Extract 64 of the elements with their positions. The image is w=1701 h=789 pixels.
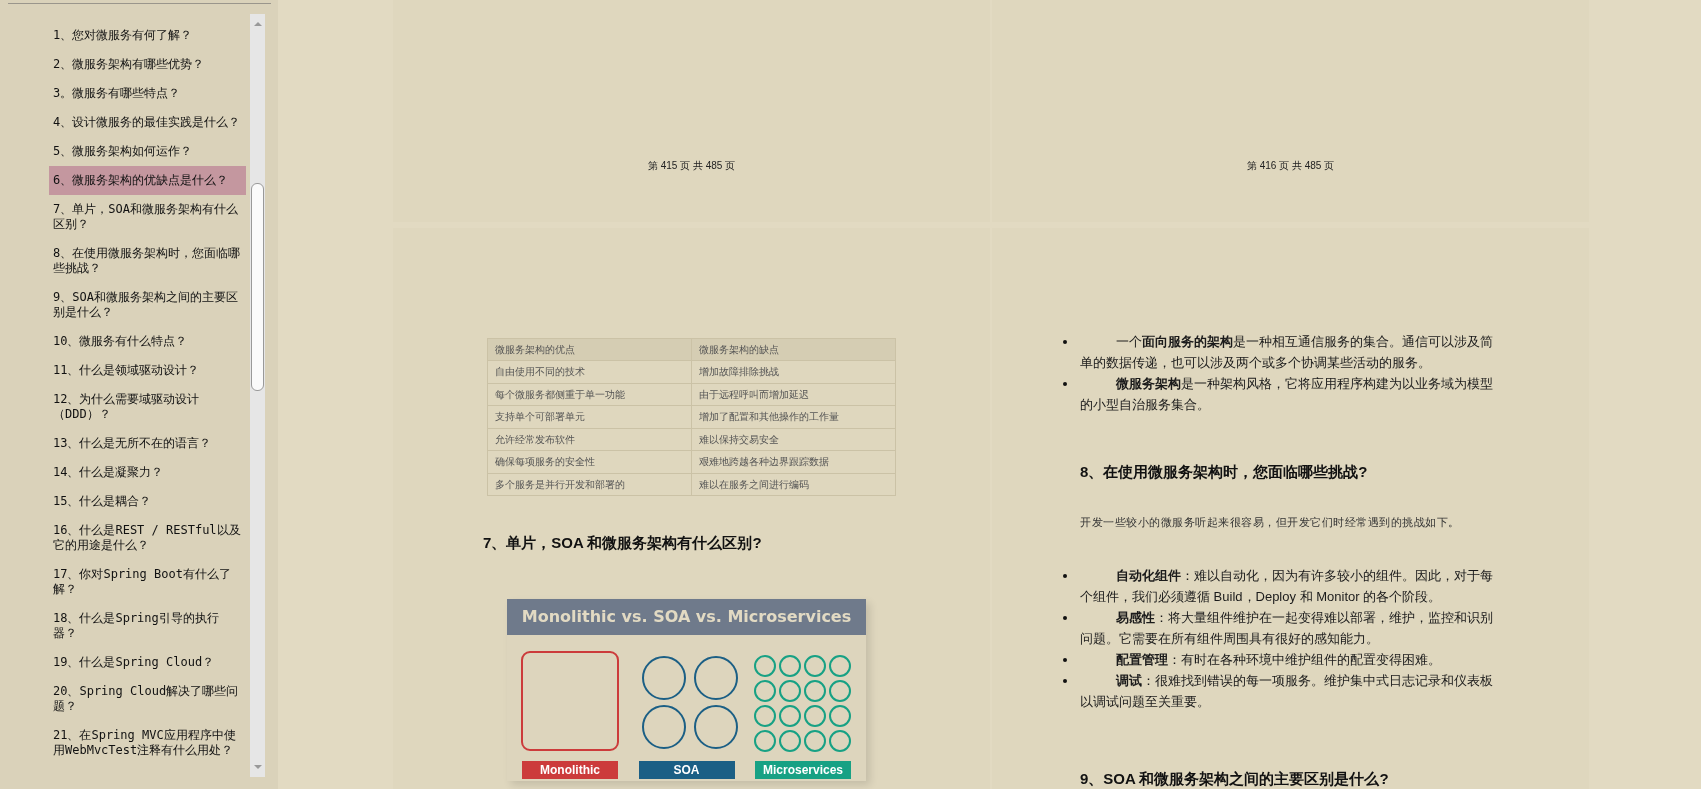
table-cell: 难以保持交易安全 (691, 428, 896, 451)
bullet-icon (1063, 678, 1067, 683)
bullet-text: 微服务架构是一种架构风格，它将应用程序构建为以业务域为模型的小型自治服务集合。 (1080, 375, 1494, 414)
outline-item[interactable]: 18、什么是Spring引导的执行器？ (49, 604, 246, 648)
outline-item[interactable]: 10、微服务有什么特点？ (49, 327, 246, 356)
outline-item[interactable]: 8、在使用微服务架构时，您面临哪些挑战？ (49, 239, 246, 283)
outline-item[interactable]: 11、什么是领域驱动设计？ (49, 356, 246, 385)
section-heading: 8、在使用微服务架构时，您面临哪些挑战? (1080, 462, 1369, 482)
bullet-icon (1063, 573, 1067, 578)
bullet-icon (1063, 657, 1067, 662)
table-cell: 确保每项服务的安全性 (487, 450, 692, 473)
scroll-up-icon[interactable] (253, 22, 262, 26)
table-header: 微服务架构的缺点 (691, 338, 896, 361)
bullet-text: 一个面向服务的架构是一种相互通信服务的集合。通信可以涉及简单的数据传递，也可以涉及两个或多个协调某些活动的服务。 (1080, 333, 1494, 372)
bullet-text: 配置管理：有时在各种环境中维护组件的配置变得困难。 (1115, 650, 1441, 669)
section-heading: 7、单片，SOA 和微服务架构有什么区别? (483, 533, 763, 553)
bullet-icon (1063, 615, 1067, 620)
outline-item[interactable]: 4、设计微服务的最佳实践是什么？ (49, 108, 246, 137)
outline-item[interactable]: 20、Spring Cloud解决了哪些问题？ (49, 677, 246, 721)
outline-item[interactable]: 16、什么是REST / RESTful以及它的用途是什么？ (49, 516, 246, 560)
diagram-label: SOA (638, 761, 735, 779)
diagram-title: Monolithic vs. SOA vs. Microservices (507, 599, 866, 635)
monolith-square-icon (521, 651, 619, 751)
outline-item[interactable]: 12、为什么需要域驱动设计（DDD）？ (49, 385, 246, 429)
outline-item[interactable]: 21、在Spring MVC应用程序中使用WebMvcTest注释有什么用处？ (49, 721, 246, 765)
bullet-text: 易感性：将大量组件维护在一起变得难以部署，维护，监控和识别问题。它需要在所有组件周围具有很好的感知能力。 (1080, 608, 1494, 648)
table-cell: 允许经常发布软件 (487, 428, 692, 451)
table-header: 微服务架构的优点 (487, 338, 692, 361)
table-cell: 增加了配置和其他操作的工作量 (691, 405, 896, 428)
table-cell: 难以在服务之间进行编码 (691, 473, 896, 496)
outline-item[interactable]: 14、什么是凝聚力？ (49, 458, 246, 487)
outline-item[interactable]: 1、您对微服务有何了解？ (49, 21, 246, 50)
outline-item[interactable]: 5、微服务架构如何运作？ (49, 137, 246, 166)
intro-text: 开发一些较小的微服务听起来很容易，但开发它们时经常遇到的挑战如下。 (1080, 515, 1461, 530)
page-number: 第 416 页 共 485 页 (1246, 159, 1335, 173)
outline-item[interactable]: 6、微服务架构的优缺点是什么？ (49, 166, 246, 195)
outline-item[interactable]: 3。微服务有哪些特点？ (49, 79, 246, 108)
diagram-label: Monolithic (522, 761, 618, 779)
bullet-icon (1063, 382, 1067, 386)
section-heading: 9、SOA 和微服务架构之间的主要区别是什么? (1080, 768, 1390, 789)
table-cell: 由于远程呼叫而增加延迟 (691, 383, 896, 406)
scroll-down-icon[interactable] (253, 765, 262, 769)
bullet-text: 调试：很难找到错误的每一项服务。维护集中式日志记录和仪表板以调试问题至关重要。 (1080, 671, 1494, 711)
page-number: 第 415 页 共 485 页 (647, 159, 736, 173)
scrollbar-thumb[interactable] (251, 183, 264, 391)
table-cell: 增加故障排除挑战 (691, 360, 896, 383)
table-cell: 自由使用不同的技术 (487, 360, 692, 383)
outline-item[interactable]: 13、什么是无所不在的语言？ (49, 429, 246, 458)
outline-item[interactable]: 19、什么是Spring Cloud？ (49, 648, 246, 677)
table-cell: 艰难地跨越各种边界跟踪数据 (691, 450, 896, 473)
soa-circles-icon (642, 656, 738, 749)
table-cell: 每个微服务都侧重于单一功能 (487, 383, 692, 406)
outline-item[interactable]: 7、单片，SOA和微服务架构有什么区别？ (49, 195, 246, 239)
outline-item[interactable]: 15、什么是耦合？ (49, 487, 246, 516)
bullet-icon (1063, 340, 1067, 344)
table-cell: 支持单个可部署单元 (487, 405, 692, 428)
outline-item[interactable]: 2、微服务架构有哪些优势？ (49, 50, 246, 79)
microservice-circles-icon (754, 655, 851, 752)
scrollbar[interactable] (250, 14, 265, 777)
outline-item[interactable]: 17、你对Spring Boot有什么了解？ (49, 560, 246, 604)
bullet-text: 自动化组件：难以自动化，因为有许多较小的组件。因此，对于每个组件，我们必须遵循 Build，Deploy 和 Monitor 的各个阶段。 (1080, 566, 1494, 606)
diagram-label: Microservices (755, 761, 851, 779)
outline-item[interactable]: 9、SOA和微服务架构之间的主要区别是什么？ (49, 283, 246, 327)
table-cell: 多个服务是并行开发和部署的 (487, 473, 692, 496)
